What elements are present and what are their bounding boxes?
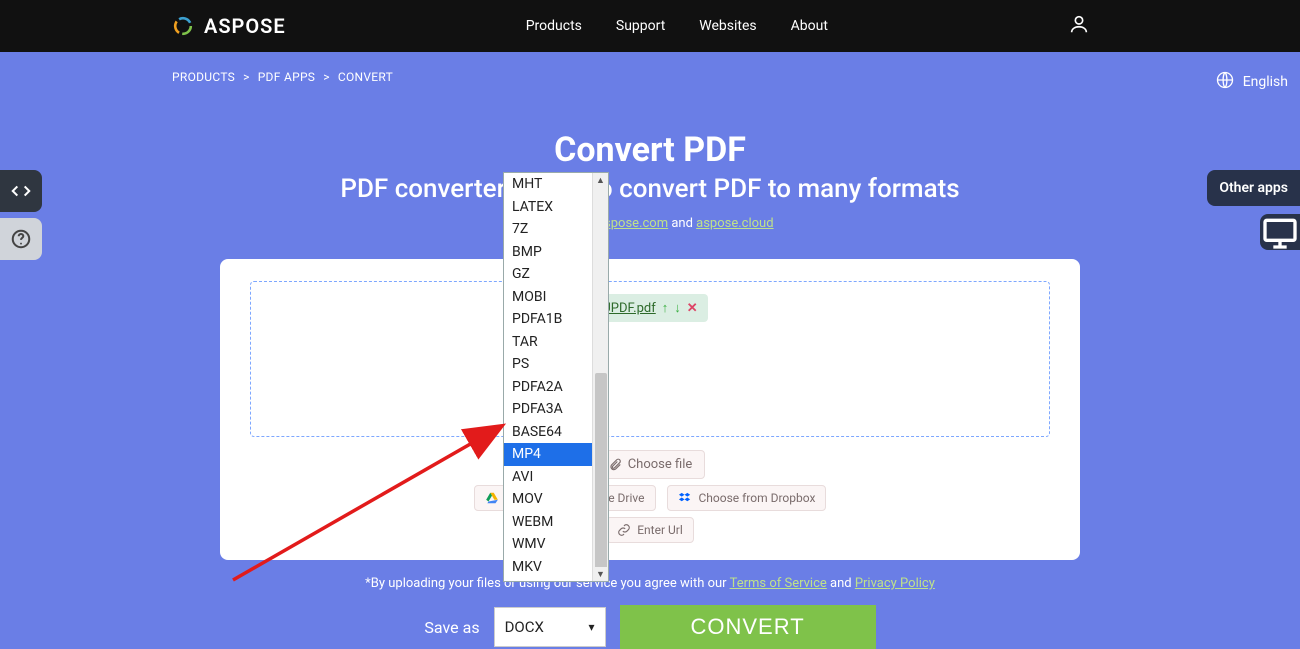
globe-icon [1215,70,1235,94]
powered-by-line: Powered by aspose.com and aspose.cloud [0,216,1300,231]
page-title: Convert PDF [0,130,1300,170]
nav-link-support[interactable]: Support [616,18,665,34]
scroll-thumb[interactable] [595,373,607,573]
uploaded-file-name[interactable]: UPDF.pdf [602,301,655,316]
format-option-pdfa1b[interactable]: PDFA1B [504,308,592,331]
attachment-icon [608,458,622,472]
right-float-panel: Other apps [1207,170,1300,250]
nav-link-about[interactable]: About [791,18,828,34]
remove-file-icon[interactable]: ✕ [687,301,698,316]
format-select[interactable]: DOCX ▾ [494,607,606,647]
nav-link-products[interactable]: Products [526,18,582,34]
choose-file-button[interactable]: Choose file [595,450,706,479]
google-drive-icon [485,491,499,505]
link-icon [617,523,631,537]
format-dropdown-list: MHTLATEX7ZBMPGZMOBIPDFA1BTARPSPDFA2APDFA… [504,173,592,581]
code-icon-button[interactable] [0,170,42,212]
left-float-panel [0,170,42,260]
format-option-ps[interactable]: PS [504,353,592,376]
scroll-up-icon[interactable]: ▲ [593,173,608,187]
convert-button[interactable]: CONVERT [620,605,876,649]
nav-link-websites[interactable]: Websites [699,18,756,34]
format-option-mobi[interactable]: MOBI [504,286,592,309]
page-body: PRODUCTS > PDF APPS > CONVERT English Ot… [0,52,1300,649]
disclaimer-and: and [827,576,855,591]
enter-url-button[interactable]: Enter Url [606,517,694,543]
breadcrumb-sep: > [323,70,330,84]
format-option-pdfa2a[interactable]: PDFA2A [504,376,592,399]
dropbox-label: Choose from Dropbox [698,491,815,505]
other-apps-button[interactable]: Other apps [1207,170,1300,206]
format-option-base64[interactable]: BASE64 [504,421,592,444]
format-option-gz[interactable]: GZ [504,263,592,286]
upload-disclaimer: *By uploading your files or using our se… [0,576,1300,591]
uploaded-file-chip: UPDF.pdf ↑ ↓ ✕ [592,294,707,322]
language-label: English [1243,74,1288,90]
choose-file-label: Choose file [628,457,693,472]
format-option-latex[interactable]: LATEX [504,196,592,219]
format-option-wmv[interactable]: WMV [504,533,592,556]
brand-area[interactable]: ASPOSE [170,13,286,39]
format-option-bmp[interactable]: BMP [504,241,592,264]
format-option-webm[interactable]: WEBM [504,511,592,534]
format-option-pdfa3a[interactable]: PDFA3A [504,398,592,421]
breadcrumb-convert[interactable]: CONVERT [338,70,393,84]
saveas-label: Save as [424,618,479,637]
move-down-icon[interactable]: ↓ [674,300,681,316]
format-option-7z[interactable]: 7Z [504,218,592,241]
terms-of-service-link[interactable]: Terms of Service [730,576,827,591]
brand-text: ASPOSE [204,14,286,38]
format-dropdown[interactable]: MHTLATEX7ZBMPGZMOBIPDFA1BTARPSPDFA2APDFA… [503,172,609,582]
move-up-icon[interactable]: ↑ [662,300,669,316]
breadcrumb-products[interactable]: PRODUCTS [172,70,235,84]
top-nav: ASPOSE Products Support Websites About [0,0,1300,52]
powered-and: and [668,216,696,231]
saveas-row: Save as DOCX ▾ CONVERT [0,605,1300,649]
desktop-icon-button[interactable] [1260,214,1300,250]
dropbox-button[interactable]: Choose from Dropbox [667,485,826,511]
page-subtitle: PDF converter online to convert PDF to m… [0,174,1300,204]
format-option-mht[interactable]: MHT [504,173,592,196]
breadcrumb-sep: > [243,70,250,84]
privacy-policy-link[interactable]: Privacy Policy [855,576,935,591]
hero-block: Convert PDF PDF converter online to conv… [0,130,1300,231]
dropbox-icon [678,491,692,505]
format-option-mp4[interactable]: MP4 [504,443,592,466]
format-option-tar[interactable]: TAR [504,331,592,354]
upload-buttons-row: Choose file Choose from Google Drive Cho… [250,447,1050,546]
format-option-mkv[interactable]: MKV [504,556,592,579]
format-option-avi[interactable]: AVI [504,466,592,489]
nav-links: Products Support Websites About [526,18,828,34]
language-selector[interactable]: English [1215,70,1288,94]
breadcrumb-pdf-apps[interactable]: PDF APPS [258,70,316,84]
upload-card: UPDF.pdf ↑ ↓ ✕ Choose file [220,259,1080,560]
format-option-mpg[interactable]: MPG [504,578,592,581]
help-icon-button[interactable] [0,218,42,260]
scroll-down-icon[interactable]: ▼ [593,567,608,581]
user-icon[interactable] [1068,13,1090,39]
format-selected-value: DOCX [505,618,544,636]
breadcrumb: PRODUCTS > PDF APPS > CONVERT [172,70,1300,84]
logo-swirl-icon [170,13,196,39]
format-option-mov[interactable]: MOV [504,488,592,511]
powered-link-aspose-cloud[interactable]: aspose.cloud [696,216,773,231]
file-dropzone[interactable]: UPDF.pdf ↑ ↓ ✕ [250,281,1050,437]
dropdown-scrollbar[interactable]: ▲ ▼ [592,173,608,581]
enter-url-label: Enter Url [637,523,683,537]
